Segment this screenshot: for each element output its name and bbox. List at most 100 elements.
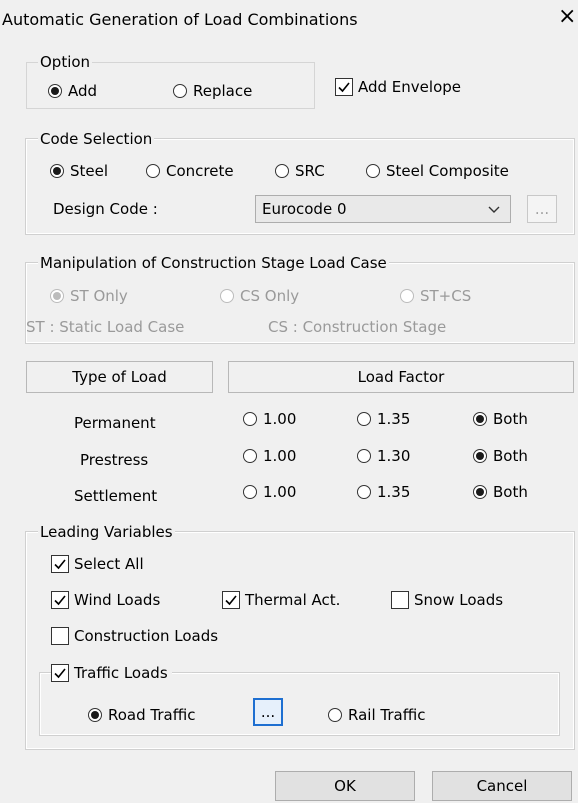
radio-unselected-icon — [220, 289, 234, 303]
traffic-loads-checkbox[interactable]: Traffic Loads — [51, 664, 172, 682]
prestress-factor-2-radio[interactable]: 1.30 — [357, 447, 410, 465]
prestress-factor-1-radio[interactable]: 1.00 — [243, 447, 296, 465]
radio-unselected-icon — [173, 84, 187, 98]
radio-selected-icon — [88, 708, 102, 722]
add-radio[interactable]: Add — [48, 82, 97, 100]
st-only-radio[interactable]: ST Only — [50, 287, 128, 305]
construction-loads-label: Construction Loads — [74, 627, 219, 645]
radio-selected-icon — [473, 412, 487, 426]
prestress-both-radio[interactable]: Both — [473, 447, 528, 465]
rail-traffic-radio[interactable]: Rail Traffic — [328, 706, 425, 724]
thermal-act-checkbox[interactable]: Thermal Act. — [222, 591, 340, 609]
chevron-down-icon — [488, 202, 500, 220]
permanent-factor-1-radio[interactable]: 1.00 — [243, 410, 296, 428]
both-label: Both — [493, 410, 528, 428]
settlement-factor-2-radio[interactable]: 1.35 — [357, 483, 410, 501]
select-all-checkbox[interactable]: Select All — [51, 555, 144, 573]
both-label: Both — [493, 447, 528, 465]
factor-value: 1.00 — [263, 483, 297, 501]
radio-unselected-icon — [357, 412, 371, 426]
unchecked-box-icon — [391, 591, 409, 609]
unchecked-box-icon — [51, 627, 69, 645]
steel-label: Steel — [70, 162, 109, 180]
design-code-select[interactable]: Eurocode 0 — [255, 195, 511, 223]
cs-only-radio[interactable]: CS Only — [220, 287, 299, 305]
factor-value: 1.00 — [263, 447, 297, 465]
leading-variables-legend: Leading Variables — [38, 523, 175, 541]
st-cs-label: ST+CS — [420, 287, 472, 305]
factor-value: 1.30 — [377, 447, 411, 465]
radio-unselected-icon — [357, 449, 371, 463]
radio-unselected-icon — [357, 485, 371, 499]
rail-traffic-label: Rail Traffic — [348, 706, 426, 724]
radio-unselected-icon — [243, 485, 257, 499]
cancel-button[interactable]: Cancel — [432, 771, 572, 801]
src-radio[interactable]: SRC — [275, 162, 325, 180]
factor-value: 1.00 — [263, 410, 297, 428]
checkmark-icon — [222, 591, 240, 609]
both-label: Both — [493, 483, 528, 501]
radio-unselected-icon — [243, 449, 257, 463]
close-icon[interactable]: × — [558, 6, 576, 28]
type-of-load-header: Type of Load — [26, 361, 213, 393]
radio-unselected-icon — [400, 289, 414, 303]
code-selection-legend: Code Selection — [38, 130, 155, 148]
dialog-title: Automatic Generation of Load Combination… — [2, 10, 358, 29]
wind-loads-checkbox[interactable]: Wind Loads — [51, 591, 160, 609]
radio-unselected-icon — [366, 164, 380, 178]
factor-value: 1.35 — [377, 410, 411, 428]
design-code-more-button[interactable]: ... — [527, 195, 557, 223]
concrete-label: Concrete — [166, 162, 234, 180]
st-cs-radio[interactable]: ST+CS — [400, 287, 471, 305]
radio-selected-icon — [473, 449, 487, 463]
permanent-label: Permanent — [74, 414, 156, 432]
checkmark-icon — [51, 664, 69, 682]
option-legend: Option — [38, 53, 93, 71]
snow-loads-label: Snow Loads — [414, 591, 504, 609]
select-all-label: Select All — [74, 555, 144, 573]
radio-selected-icon — [50, 289, 64, 303]
design-code-value: Eurocode 0 — [262, 200, 347, 218]
checkmark-icon — [51, 591, 69, 609]
traffic-loads-group — [39, 672, 560, 736]
replace-label: Replace — [193, 82, 253, 100]
add-envelope-label: Add Envelope — [358, 78, 461, 96]
road-traffic-radio[interactable]: Road Traffic — [88, 706, 195, 724]
settlement-both-radio[interactable]: Both — [473, 483, 528, 501]
settlement-factor-1-radio[interactable]: 1.00 — [243, 483, 296, 501]
thermal-act-label: Thermal Act. — [245, 591, 341, 609]
prestress-label: Prestress — [80, 451, 149, 469]
radio-selected-icon — [50, 164, 64, 178]
radio-selected-icon — [48, 84, 62, 98]
radio-unselected-icon — [328, 708, 342, 722]
settlement-label: Settlement — [74, 487, 158, 505]
st-note: ST : Static Load Case — [26, 318, 185, 336]
traffic-loads-label: Traffic Loads — [74, 664, 168, 682]
radio-selected-icon — [473, 485, 487, 499]
snow-loads-checkbox[interactable]: Snow Loads — [391, 591, 503, 609]
cs-note: CS : Construction Stage — [268, 318, 447, 336]
construction-loads-checkbox[interactable]: Construction Loads — [51, 627, 218, 645]
radio-unselected-icon — [146, 164, 160, 178]
permanent-factor-2-radio[interactable]: 1.35 — [357, 410, 410, 428]
road-traffic-label: Road Traffic — [108, 706, 196, 724]
ok-button[interactable]: OK — [275, 771, 415, 801]
steel-radio[interactable]: Steel — [50, 162, 108, 180]
factor-value: 1.35 — [377, 483, 411, 501]
add-envelope-checkbox[interactable]: Add Envelope — [335, 78, 461, 96]
replace-radio[interactable]: Replace — [173, 82, 252, 100]
cs-only-label: CS Only — [240, 287, 300, 305]
checkmark-icon — [335, 78, 353, 96]
st-only-label: ST Only — [70, 287, 128, 305]
load-factor-header: Load Factor — [228, 361, 574, 393]
steel-composite-label: Steel Composite — [386, 162, 509, 180]
add-label: Add — [68, 82, 98, 100]
src-label: SRC — [295, 162, 325, 180]
concrete-radio[interactable]: Concrete — [146, 162, 234, 180]
checkmark-icon — [51, 555, 69, 573]
permanent-both-radio[interactable]: Both — [473, 410, 528, 428]
steel-composite-radio[interactable]: Steel Composite — [366, 162, 509, 180]
construction-stage-legend: Manipulation of Construction Stage Load … — [38, 254, 389, 272]
radio-unselected-icon — [243, 412, 257, 426]
road-traffic-more-button[interactable]: ... — [253, 698, 283, 726]
